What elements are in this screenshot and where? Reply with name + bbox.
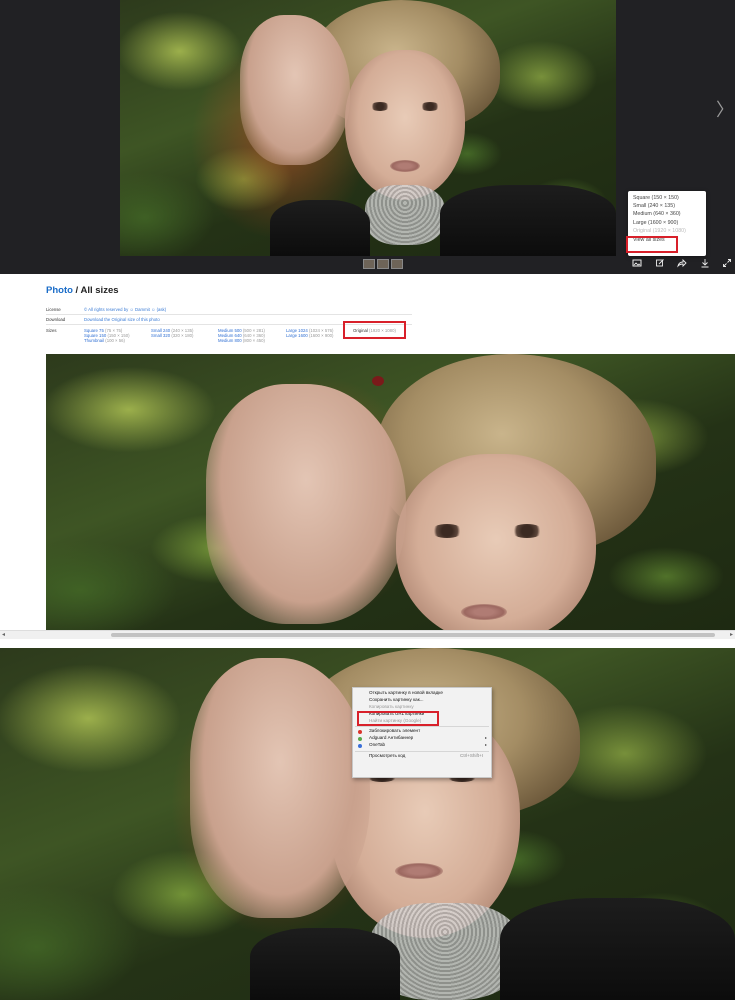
download-size-option[interactable]: Medium (640 × 360) bbox=[633, 210, 701, 218]
shield-icon bbox=[358, 736, 362, 741]
scroll-left-icon[interactable]: ◂ bbox=[2, 631, 5, 639]
size-column: Square 75 (75 × 75) Square 150 (150 × 15… bbox=[84, 328, 130, 344]
thumbnail[interactable] bbox=[363, 259, 375, 269]
context-menu-label: OneTab bbox=[369, 742, 386, 748]
context-menu-label: Просмотреть код bbox=[369, 753, 406, 759]
download-label: Download bbox=[46, 317, 66, 322]
download-original-link[interactable]: Download the Original size of this photo bbox=[84, 317, 160, 322]
page-title: Photo / All sizes bbox=[46, 285, 119, 296]
next-photo-arrow-icon[interactable]: 〉 bbox=[716, 100, 734, 120]
funnel-icon bbox=[358, 743, 362, 748]
viewer-photo[interactable] bbox=[120, 0, 616, 256]
share-icon[interactable] bbox=[677, 258, 687, 268]
original-photo[interactable] bbox=[46, 354, 735, 632]
block-icon bbox=[358, 729, 362, 734]
separator bbox=[0, 640, 735, 648]
submenu-arrow-icon: ▸ bbox=[484, 742, 487, 748]
menu-divider bbox=[355, 750, 489, 752]
breadcrumb-separator: / bbox=[72, 285, 81, 296]
highlight-box-view-all bbox=[626, 236, 678, 253]
size-link[interactable]: Medium 800 (800 × 450) bbox=[218, 338, 265, 343]
menu-divider bbox=[355, 725, 489, 727]
divider bbox=[46, 314, 412, 315]
license-row: License © All rights reserved by ☺ Dammi… bbox=[46, 307, 416, 312]
highlight-box-copy-url bbox=[357, 711, 439, 726]
scroll-right-icon[interactable]: ▸ bbox=[730, 631, 733, 639]
size-column: Large 1024 (1024 × 576) Large 1600 (1600… bbox=[286, 328, 333, 338]
breadcrumb-photo-link[interactable]: Photo bbox=[46, 285, 73, 296]
size-column: Medium 500 (500 × 281) Medium 640 (640 ×… bbox=[218, 328, 265, 344]
download-size-option[interactable]: Large (1600 × 900) bbox=[633, 219, 701, 227]
highlight-box-original bbox=[343, 321, 406, 339]
thumbnail[interactable] bbox=[391, 259, 403, 269]
size-column: Small 240 (240 × 135) Small 320 (320 × 1… bbox=[151, 328, 193, 338]
all-sizes-page: Photo / All sizes License © All rights r… bbox=[0, 274, 735, 640]
context-menu-item[interactable]: Заблокировать элемент bbox=[353, 728, 491, 735]
context-menu-label: Adguard Антибаннер bbox=[369, 735, 414, 741]
size-link[interactable]: Large 1600 (1600 × 900) bbox=[286, 333, 333, 338]
browser-context-menu: Открыть картинку в новой вкладке Сохрани… bbox=[352, 687, 492, 778]
context-menu-item[interactable]: Копировать картинку bbox=[353, 704, 491, 711]
image-icon[interactable] bbox=[632, 258, 642, 268]
license-value[interactable]: © All rights reserved by ☺ Dammit ☺ (ask… bbox=[84, 307, 166, 312]
context-menu-item[interactable]: Adguard Антибаннер ▸ bbox=[353, 735, 491, 742]
submenu-arrow-icon: ▸ bbox=[484, 735, 487, 741]
viewer-toolbar bbox=[632, 258, 732, 272]
download-icon[interactable] bbox=[700, 258, 710, 268]
context-menu-label: Заблокировать элемент bbox=[369, 728, 421, 734]
context-menu-item[interactable]: Сохранить картинку как... bbox=[353, 697, 491, 704]
horizontal-scrollbar[interactable]: ◂ ▸ bbox=[0, 630, 735, 639]
size-link[interactable]: Small 320 (320 × 180) bbox=[151, 333, 193, 338]
shortcut-text: Ctrl+Shift+I bbox=[460, 753, 483, 759]
inspect-item[interactable]: Просмотреть код Ctrl+Shift+I bbox=[353, 753, 491, 760]
download-size-option[interactable]: Square (150 × 150) bbox=[633, 194, 701, 202]
edit-icon[interactable] bbox=[655, 258, 665, 268]
scrollbar-thumb[interactable] bbox=[111, 633, 715, 637]
size-link[interactable]: Thumbnail (100 × 56) bbox=[84, 338, 130, 343]
context-menu-item[interactable]: Открыть картинку в новой вкладке bbox=[353, 690, 491, 697]
nail bbox=[372, 376, 384, 386]
page-title-text: All sizes bbox=[80, 285, 119, 296]
download-size-option[interactable]: Original (1920 × 1080) bbox=[633, 227, 701, 235]
photo-viewer: 〉 Square (150 × 150) Small (240 × 135) M… bbox=[0, 0, 735, 274]
thumbnail[interactable] bbox=[377, 259, 389, 269]
license-label: License bbox=[46, 307, 61, 312]
fullscreen-icon[interactable] bbox=[722, 258, 732, 268]
download-size-option[interactable]: Small (240 × 135) bbox=[633, 202, 701, 210]
context-menu-item[interactable]: OneTab ▸ bbox=[353, 742, 491, 749]
thumbnail-strip[interactable] bbox=[363, 259, 403, 269]
sizes-label: Sizes bbox=[46, 328, 57, 333]
